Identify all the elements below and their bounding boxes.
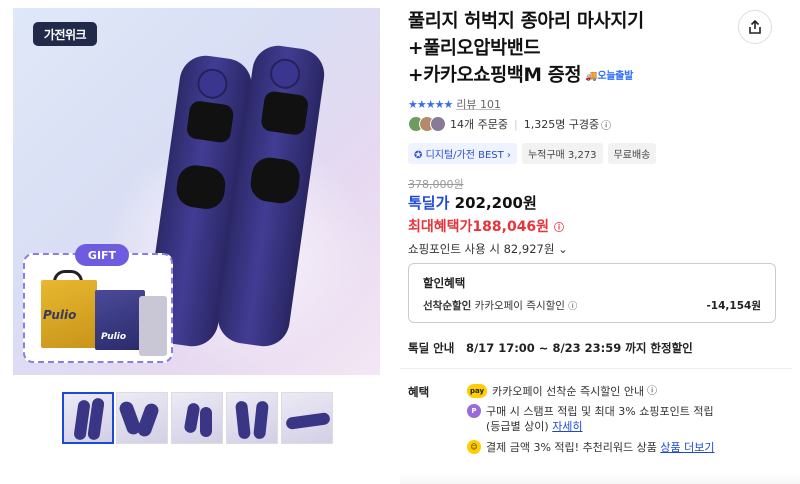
order-count: 14개 주문중 [450,118,508,131]
max-benefit-price: 최대혜택가188,046원 ⓘ [408,219,564,235]
deal-price: 톡딜가 202,200원 [408,192,537,213]
bag-logo: Pulio [43,308,77,322]
order-stats: 14개 주문중 | 1,325명 구경중 ⓘ [408,116,611,132]
thumbnail-3[interactable] [171,392,223,444]
today-delivery-badge: 🚚오늘출발 [585,70,633,82]
deal-notice: 톡딜 안내 8/17 17:00 ~ 8/23 23:59 까지 한정할인 [408,340,701,356]
info-icon: ⓘ [568,302,578,312]
details-link[interactable]: 자세히 [552,420,582,433]
review-link[interactable]: 리뷰 101 [456,96,501,112]
discount-amount: -14,154원 [706,300,761,312]
benefit-reward: ☺ 결제 금액 3% 적립! 추천리워드 상품 상품 더보기 [467,440,715,455]
point-icon: P [467,404,481,418]
benefit-points: P 구매 시 스탬프 적립 및 최대 3% 쇼핑포인트 적립 (등급별 상이) … [467,404,714,434]
kakaopay-icon: pay [467,384,487,398]
rating-stars: ★★★★★ [408,97,453,111]
deal-notice-label: 톡딜 안내 [408,341,455,355]
discount-box: 할인혜택 선착순할인 카카오페이 즉시할인 ⓘ -14,154원 [408,263,776,323]
thumbnail-4[interactable] [226,392,278,444]
chevron-down-icon: ⌄ [558,242,568,256]
thumbnail-5[interactable] [281,392,333,444]
black-pad [185,99,235,144]
viewer-count: 1,325명 구경중 [523,118,600,131]
deal-notice-text: 8/17 17:00 ~ 8/23 23:59 까지 한정할인 [465,341,693,355]
discount-heading: 할인혜택 [423,276,466,290]
benefits-heading: 혜택 [408,385,430,399]
info-icon[interactable]: ⓘ [601,117,611,132]
control-knob [195,66,230,101]
knee-pad [248,155,303,206]
deal-price-value: 202,200원 [454,194,537,212]
product-page: 가전위크 GIFT Pulio Pulio 풀리지 허벅지 종아리 마사지기 +… [0,0,800,484]
title-line-1: 풀리지 허벅지 종아리 마사지기 [408,11,644,32]
tag-purchase-count: 누적구매 3,273 [521,143,603,164]
tag-best[interactable]: ✪ 디지털/가전 BEST › [408,143,517,164]
original-price: 378,000원 [408,178,464,191]
box-logo: Pulio [101,332,127,342]
rating-row: ★★★★★ 리뷰 101 [408,96,501,112]
thumbnail-1[interactable] [62,392,114,444]
title-line-2: +풀리오압박밴드 [408,38,541,59]
divider [400,368,792,369]
points-usage[interactable]: 쇼핑포인트 사용 시 82,927원 ⌄ [408,241,568,257]
title-line-3: +카카오쇼핑백M 증정 🚚오늘출발 [408,62,728,90]
black-pad [260,90,310,136]
tag-list: ✪ 디지털/가전 BEST › 누적구매 3,273 무료배송 [408,143,657,164]
points-value: 82,927원 [503,242,555,256]
info-icon[interactable]: ⓘ [554,223,564,234]
max-benefit-value: 188,046원 [472,219,550,235]
control-knob [268,56,303,91]
more-products-link[interactable]: 상품 더보기 [660,441,714,454]
thumbnail-2[interactable] [116,392,168,444]
share-icon [749,19,761,34]
discount-item: 선착순할인 카카오페이 즉시할인 ⓘ [423,300,578,312]
main-product-image[interactable]: 가전위크 GIFT Pulio Pulio [13,8,380,375]
product-title: 풀리지 허벅지 종아리 마사지기 +풀리오압박밴드 +카카오쇼핑백M 증정 🚚오늘… [408,8,728,90]
benefit-kakaopay[interactable]: pay 카카오페이 선착순 즉시할인 안내 ⓘ [467,384,657,399]
bottom-edge [400,472,800,484]
smile-icon: ☺ [467,440,481,454]
share-button[interactable] [738,10,772,44]
gift-label: GIFT [75,244,129,266]
tag-free-shipping: 무료배송 [607,143,657,164]
compression-band [139,296,167,356]
deal-label: 톡딜가 [408,194,450,212]
buyer-avatars [408,116,446,132]
knee-pad [174,163,228,212]
event-badge: 가전위크 [33,22,97,46]
